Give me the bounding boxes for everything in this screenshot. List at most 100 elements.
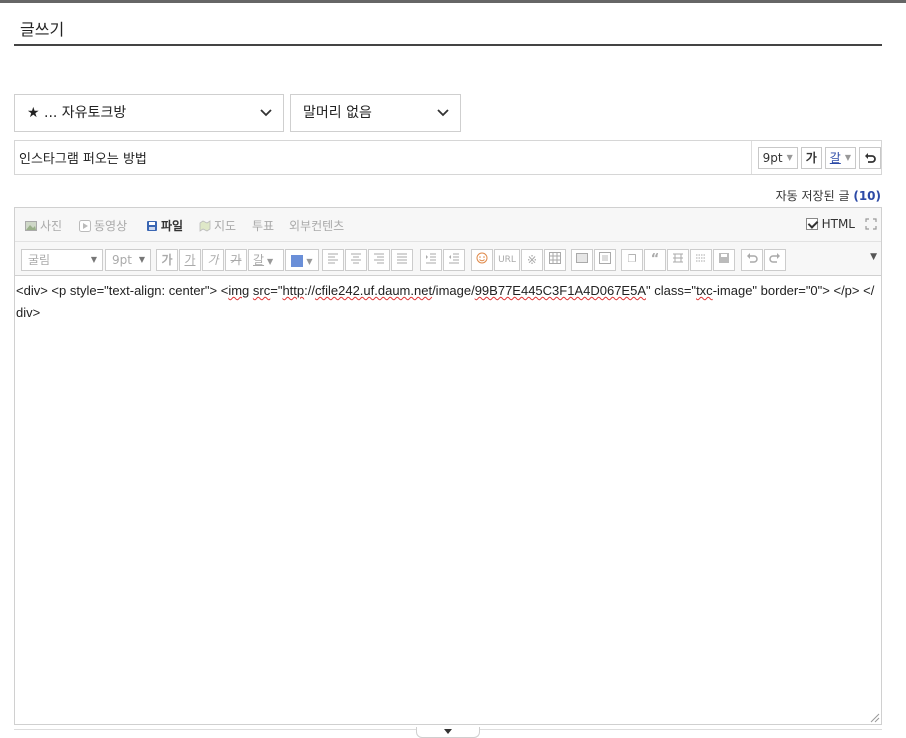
board-select-value: ★ ... 자유토크방 <box>27 105 127 121</box>
source-segment: =" <box>270 283 283 298</box>
save-icon <box>719 253 729 263</box>
font-color-label: 갈 <box>253 253 265 267</box>
top-bar <box>0 0 906 3</box>
source-segment: src <box>252 283 271 298</box>
undo-button[interactable] <box>741 249 763 271</box>
indent-button[interactable] <box>420 249 442 271</box>
photo-label: 사진 <box>40 219 63 233</box>
strikethrough-button[interactable]: 가 <box>225 249 247 271</box>
background-color-icon <box>291 254 304 267</box>
emoticon-icon <box>476 252 488 264</box>
align-left-icon <box>328 253 338 264</box>
quote-icon: “ <box>650 252 660 267</box>
autosave-label: 자동 저장된 글 <box>775 189 850 203</box>
vote-button[interactable]: 투표 <box>252 217 274 234</box>
box-style-button[interactable] <box>571 249 593 271</box>
redo-button[interactable] <box>764 249 786 271</box>
html-checkbox[interactable] <box>805 218 818 230</box>
subject-row: 인스타그램 퍼오는 방법 9pt ▼ 가 갈 ▼ <box>14 140 882 175</box>
quote-button[interactable]: “ <box>644 249 666 271</box>
font-size-value: 9pt <box>112 253 132 267</box>
html-mode-toggle[interactable]: HTML <box>805 217 855 231</box>
redo-icon <box>769 253 780 263</box>
map-button[interactable]: 지도 <box>199 217 236 234</box>
frame-button[interactable] <box>594 249 616 271</box>
background-color-button[interactable]: ▼ <box>285 249 319 271</box>
chevron-down-icon <box>437 109 449 117</box>
video-icon <box>79 219 91 232</box>
caret-down-icon: ▼ <box>267 257 274 266</box>
external-content-button[interactable]: 외부컨텐츠 <box>289 217 344 234</box>
font-family-value: 굴림 <box>28 253 51 267</box>
caret-down-icon: ▼ <box>138 255 145 264</box>
video-button[interactable]: 동영상 <box>79 217 127 234</box>
table-icon <box>549 252 561 264</box>
font-color-button[interactable]: 갈 ▼ <box>248 249 284 271</box>
editor: 사진 동영상 파일 지도 투표 외부컨텐츠 HTML 굴림 ▼ 9pt ▼ 가 가 <box>14 207 882 725</box>
align-center-icon <box>351 253 361 264</box>
underline-button[interactable]: 가 <box>179 249 201 271</box>
align-justify-button[interactable] <box>391 249 413 271</box>
quote-box-button[interactable]: ❐ <box>621 249 643 271</box>
autosave-status[interactable]: 자동 저장된 글 (10) <box>776 187 881 204</box>
table-button[interactable] <box>544 249 566 271</box>
caret-down-icon: ▼ <box>786 152 793 162</box>
bold-label: 가 <box>805 150 817 165</box>
source-segment: <div> <p style="text-align: center"> < <box>16 283 229 298</box>
box-icon <box>576 253 588 263</box>
subject-bold-button[interactable]: 가 <box>800 146 822 169</box>
autosave-count: (10) <box>853 189 881 203</box>
align-center-button[interactable] <box>345 249 367 271</box>
board-select[interactable]: ★ ... 자유토크방 <box>14 94 284 132</box>
undo-icon <box>747 253 758 263</box>
photo-button[interactable]: 사진 <box>25 217 62 234</box>
horizontal-line-button[interactable] <box>667 249 689 271</box>
file-button[interactable]: 파일 <box>146 217 183 234</box>
vote-label: 투표 <box>252 219 275 233</box>
source-segment: :// <box>304 283 315 298</box>
subject-font-size-select[interactable]: 9pt ▼ <box>757 146 798 169</box>
external-content-label: 외부컨텐츠 <box>289 219 345 233</box>
emoticon-button[interactable] <box>471 249 493 271</box>
bold-button[interactable]: 가 <box>156 249 178 271</box>
line-spacing-button[interactable] <box>690 249 712 271</box>
source-segment: 99B77E445C3F1A4D067E5A <box>474 283 646 298</box>
html-source-text[interactable]: <div> <p style="text-align: center"> <im… <box>16 280 878 324</box>
html-label: HTML <box>821 217 855 231</box>
save-button[interactable] <box>713 249 735 271</box>
italic-button[interactable]: 가 <box>202 249 224 271</box>
subject-tools: 9pt ▼ 가 갈 ▼ <box>750 141 881 174</box>
source-segment: http <box>282 283 305 298</box>
fullscreen-icon[interactable] <box>865 218 877 230</box>
source-segment: txc <box>696 283 713 298</box>
chevron-down-icon <box>260 109 272 117</box>
align-left-button[interactable] <box>322 249 344 271</box>
undo-icon <box>865 152 876 163</box>
subject-font-size-value: 9pt <box>762 150 783 165</box>
outdent-icon <box>449 253 459 264</box>
source-segment: /image/ <box>432 283 475 298</box>
caret-down-icon: ▼ <box>90 255 97 264</box>
horizontal-line-icon <box>673 253 683 263</box>
subject-reset-button[interactable] <box>859 146 881 169</box>
editor-resize-toggle[interactable] <box>416 727 480 738</box>
subject-input[interactable]: 인스타그램 퍼오는 방법 <box>19 148 147 167</box>
more-tools-icon[interactable]: ▼ <box>870 252 877 262</box>
frame-icon <box>599 252 611 264</box>
font-family-select[interactable]: 굴림 ▼ <box>21 249 103 271</box>
align-right-button[interactable] <box>368 249 390 271</box>
subject-color-button[interactable]: 갈 ▼ <box>824 146 856 169</box>
resize-grip-icon[interactable] <box>870 713 880 723</box>
outdent-button[interactable] <box>443 249 465 271</box>
link-button[interactable]: URL <box>494 249 520 271</box>
special-char-button[interactable]: ※ <box>521 249 543 271</box>
font-size-select[interactable]: 9pt ▼ <box>105 249 151 271</box>
color-label: 갈 <box>829 150 841 165</box>
map-label: 지도 <box>214 219 237 233</box>
header-select[interactable]: 말머리 없음 <box>290 94 461 132</box>
source-segment: img <box>228 283 250 298</box>
file-label: 파일 <box>161 219 184 233</box>
page-title: 글쓰기 <box>20 20 65 39</box>
align-justify-icon <box>397 253 407 264</box>
photo-icon <box>25 220 37 231</box>
